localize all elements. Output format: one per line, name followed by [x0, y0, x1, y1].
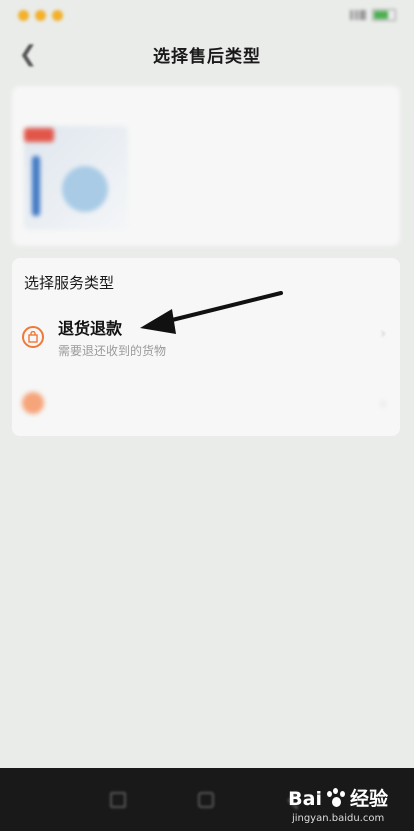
- watermark-logo: Bai 经验: [288, 784, 388, 811]
- status-left: [18, 9, 63, 21]
- exchange-icon: [22, 392, 44, 414]
- back-button[interactable]: ❮: [14, 40, 42, 68]
- notification-icon: [35, 9, 46, 21]
- baidu-watermark: Bai 经验 jingyan.baidu.com: [288, 784, 388, 824]
- back-arrow-icon: ❮: [18, 41, 38, 67]
- chevron-right-icon: ›: [380, 396, 386, 412]
- product-image-part: [62, 166, 108, 212]
- exchange-option[interactable]: ›: [12, 372, 400, 432]
- paw-icon: [324, 787, 348, 809]
- nav-back-icon[interactable]: [110, 792, 126, 808]
- signal-icon: [350, 10, 366, 20]
- nav-home-icon[interactable]: [198, 792, 214, 808]
- battery-icon: [372, 9, 396, 21]
- service-type-card: 选择服务类型 退货退款 需要退还收到的货物 › ›: [12, 258, 400, 436]
- service-type-header: 选择服务类型: [24, 274, 115, 292]
- watermark-text: Bai: [288, 788, 322, 810]
- goods-card: [12, 86, 400, 246]
- bag-glyph: [28, 331, 38, 343]
- status-right: [350, 9, 396, 21]
- product-image-part: [32, 156, 40, 216]
- notification-icon: [52, 9, 63, 21]
- status-bar: [0, 0, 414, 30]
- refund-return-option[interactable]: 退货退款 需要退还收到的货物 ›: [12, 302, 400, 364]
- watermark-text: 经验: [349, 788, 388, 810]
- watermark-url: jingyan.baidu.com: [291, 813, 385, 824]
- page-title: 选择售后类型: [153, 46, 261, 67]
- refund-return-subtitle: 需要退还收到的货物: [58, 344, 167, 358]
- notification-icon: [18, 9, 29, 21]
- nav-bar: ❮ 选择售后类型: [0, 30, 414, 78]
- chevron-right-icon: ›: [380, 326, 386, 342]
- return-bag-icon: [22, 326, 44, 348]
- product-tag: [24, 128, 54, 142]
- product-image: [24, 126, 128, 230]
- refund-return-title: 退货退款: [58, 319, 123, 338]
